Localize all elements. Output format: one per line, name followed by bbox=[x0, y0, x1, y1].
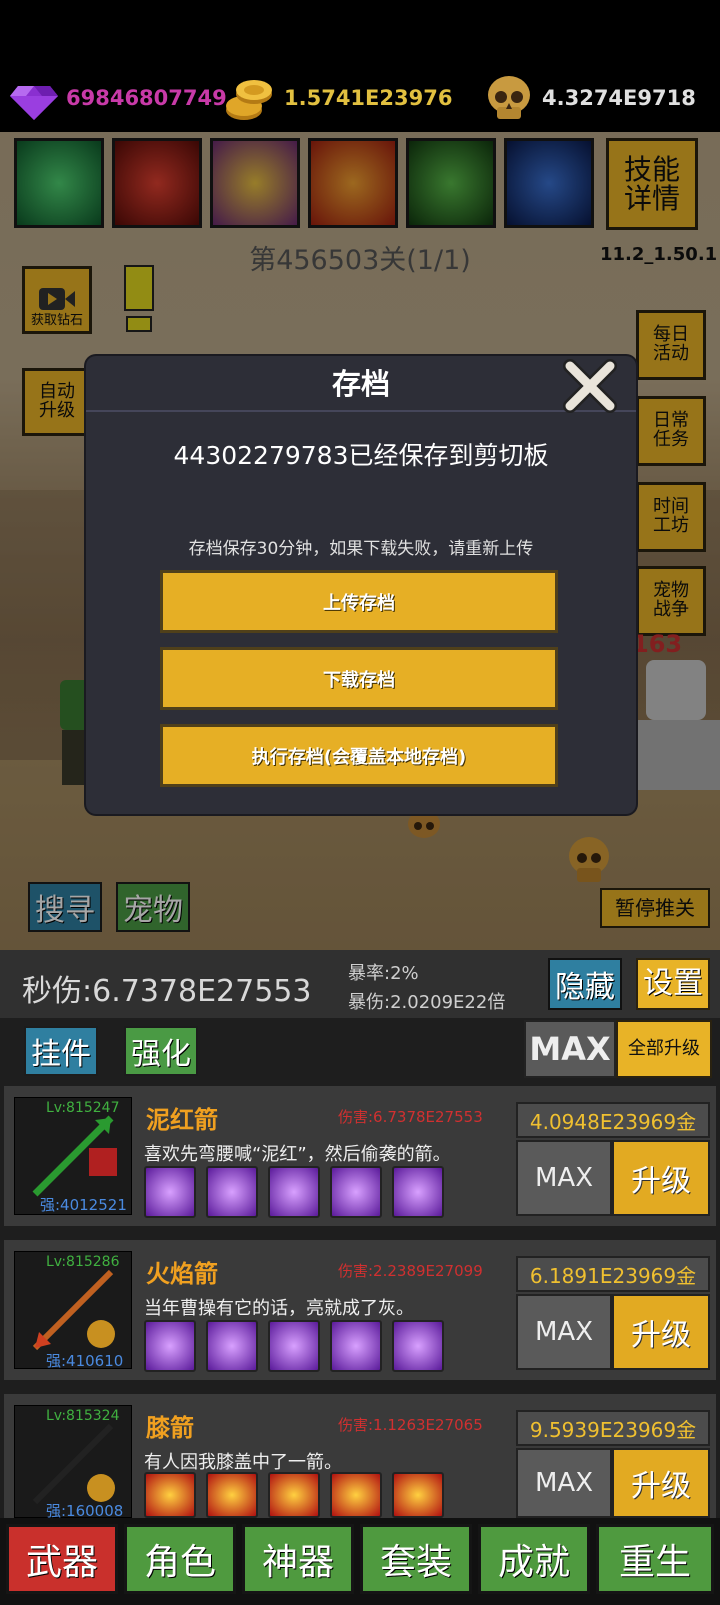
download-save-button[interactable]: 下载存档 bbox=[160, 647, 558, 710]
yin-yang-rune-icon[interactable] bbox=[144, 1320, 196, 1372]
diamond-counter: 69846807749 bbox=[8, 70, 227, 126]
diamond-value: 69846807749 bbox=[66, 86, 227, 110]
tab-achievements[interactable]: 成就 bbox=[478, 1524, 590, 1594]
gold-coins-icon bbox=[226, 80, 272, 120]
weapon-level: Lv:815286 bbox=[46, 1254, 120, 1270]
dialog-title: 存档 bbox=[331, 367, 390, 401]
dialog-divider bbox=[86, 410, 636, 412]
fire-rune-icon[interactable] bbox=[268, 1472, 320, 1518]
skull-value: 4.3274E9718 bbox=[542, 86, 696, 110]
max-toggle[interactable]: MAX bbox=[524, 1020, 616, 1078]
yin-yang-rune-icon[interactable] bbox=[392, 1166, 444, 1218]
tab-sets[interactable]: 套装 bbox=[360, 1524, 472, 1594]
yin-yang-rune-icon[interactable] bbox=[268, 1166, 320, 1218]
weapon-name: 火焰箭 bbox=[146, 1260, 218, 1288]
gold-value: 1.5741E23976 bbox=[284, 86, 453, 110]
weapon-damage: 伤害:1.1263E27065 bbox=[338, 1416, 483, 1434]
rune-slots bbox=[144, 1320, 444, 1372]
yin-yang-rune-icon[interactable] bbox=[206, 1320, 258, 1372]
rune-slots bbox=[144, 1472, 444, 1518]
yin-yang-rune-icon[interactable] bbox=[206, 1166, 258, 1218]
weapon-damage: 伤害:2.2389E27099 bbox=[338, 1262, 483, 1280]
weapon-name: 膝箭 bbox=[146, 1414, 194, 1442]
weapon-description: 有人因我膝盖中了一箭。 bbox=[144, 1452, 342, 1473]
tab-rebirth[interactable]: 重生 bbox=[596, 1524, 714, 1594]
enhance-tab[interactable]: 强化 bbox=[124, 1026, 198, 1076]
weapon-description: 喜欢先弯腰喊“泥红”，然后偷袭的箭。 bbox=[144, 1144, 451, 1165]
yin-yang-rune-icon[interactable] bbox=[268, 1320, 320, 1372]
skull-icon bbox=[488, 76, 530, 119]
weapon-strength: 强:410610 bbox=[46, 1352, 124, 1370]
skull-counter: 4.3274E9718 bbox=[482, 70, 696, 126]
execute-save-button[interactable]: 执行存档(会覆盖本地存档) bbox=[160, 724, 558, 787]
gold-counter: 1.5741E23976 bbox=[222, 70, 452, 126]
tab-artifacts[interactable]: 神器 bbox=[242, 1524, 354, 1594]
upgrade-cost: 6.1891E23969金 bbox=[516, 1256, 710, 1292]
tab-character[interactable]: 角色 bbox=[124, 1524, 236, 1594]
diamond-icon bbox=[10, 86, 58, 120]
weapon-damage: 伤害:6.7378E27553 bbox=[338, 1108, 483, 1126]
upload-save-button[interactable]: 上传存档 bbox=[160, 570, 558, 633]
yin-yang-rune-icon[interactable] bbox=[330, 1166, 382, 1218]
weapon-level: Lv:815247 bbox=[46, 1100, 120, 1116]
settings-button[interactable]: 设置 bbox=[636, 958, 710, 1010]
weapon-name: 泥红箭 bbox=[146, 1106, 218, 1134]
crit-rate-label: 暴率:2% bbox=[348, 963, 419, 984]
yin-yang-rune-icon[interactable] bbox=[144, 1166, 196, 1218]
dialog-message: 44302279783已经保存到剪切板 bbox=[173, 441, 549, 470]
yin-yang-rune-icon[interactable] bbox=[330, 1320, 382, 1372]
upgrade-button[interactable]: 升级 bbox=[612, 1294, 710, 1370]
tab-weapons[interactable]: 武器 bbox=[6, 1524, 118, 1594]
crit-damage-label: 暴伤:2.0209E22倍 bbox=[348, 992, 506, 1013]
fire-rune-icon[interactable] bbox=[206, 1472, 258, 1518]
hide-button[interactable]: 隐藏 bbox=[548, 958, 622, 1010]
weapon-strength: 强:4012521 bbox=[40, 1196, 127, 1214]
rune-slots bbox=[144, 1166, 444, 1218]
dialog-note: 存档保存30分钟，如果下载失败，请重新上传 bbox=[188, 539, 534, 559]
dps-label: 秒伤:6.7378E27553 bbox=[22, 974, 312, 1009]
weapon-description: 当年曹操有它的话，亮就成了灰。 bbox=[144, 1298, 414, 1319]
upgrade-all-button[interactable]: 全部升级 bbox=[616, 1020, 712, 1078]
fire-rune-icon[interactable] bbox=[330, 1472, 382, 1518]
upgrade-button[interactable]: 升级 bbox=[612, 1448, 710, 1518]
weapon-level: Lv:815324 bbox=[46, 1408, 120, 1424]
gear-tab[interactable]: 挂件 bbox=[24, 1026, 98, 1076]
upgrade-cost: 9.5939E23969金 bbox=[516, 1410, 710, 1446]
upgrade-cost: 4.0948E23969金 bbox=[516, 1102, 710, 1138]
fire-rune-icon[interactable] bbox=[144, 1472, 196, 1518]
yin-yang-rune-icon[interactable] bbox=[392, 1320, 444, 1372]
max-button[interactable]: MAX bbox=[516, 1448, 612, 1518]
upgrade-button[interactable]: 升级 bbox=[612, 1140, 710, 1216]
fire-rune-icon[interactable] bbox=[392, 1472, 444, 1518]
max-button[interactable]: MAX bbox=[516, 1140, 612, 1216]
max-button[interactable]: MAX bbox=[516, 1294, 612, 1370]
close-icon[interactable] bbox=[562, 358, 618, 414]
